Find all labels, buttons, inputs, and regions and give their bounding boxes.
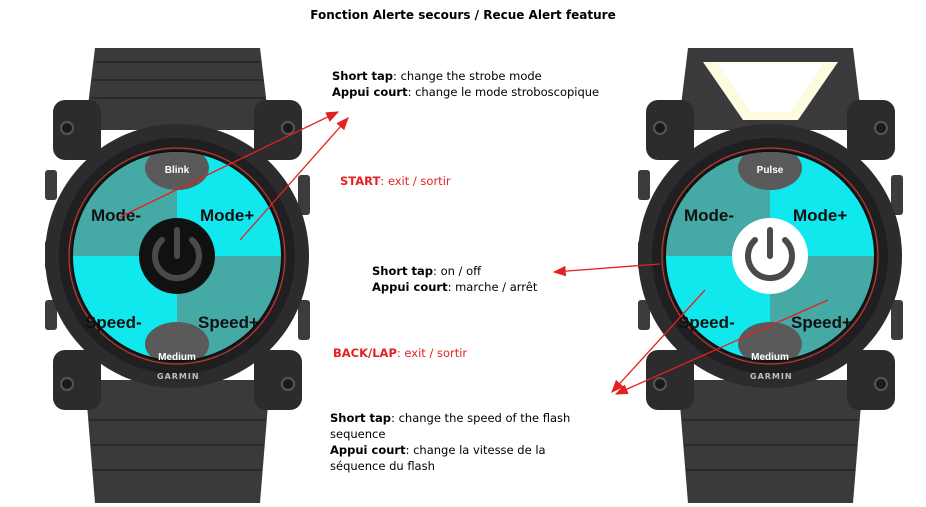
left-watch-graphic — [45, 48, 310, 503]
mode-minus-button[interactable]: Mode- — [91, 206, 141, 226]
right-watch: GARMIN Pulse Medium Mode- Mode+ Speed- S… — [618, 0, 923, 503]
mode-pill-pulse[interactable]: Pulse — [742, 165, 798, 176]
strap-bottom — [678, 380, 863, 503]
speed-plus-button[interactable]: Speed+ — [198, 313, 259, 333]
note-strobe-mode: Short tap: change the strobe mode Appui … — [332, 69, 600, 99]
speed-pill-medium[interactable]: Medium — [742, 352, 798, 363]
brand-logo: GARMIN — [750, 372, 793, 381]
note-back-exit: BACK/LAP: exit / sortir — [333, 346, 468, 360]
note-on-off: Short tap: on / off Appui court: marche … — [372, 264, 538, 294]
speed-minus-button[interactable]: Speed- — [678, 313, 735, 333]
speed-pill-medium[interactable]: Medium — [149, 352, 205, 363]
strap-bottom — [85, 380, 270, 503]
right-watch-graphic — [638, 48, 903, 503]
speed-plus-button[interactable]: Speed+ — [791, 313, 852, 333]
mode-pill-blink[interactable]: Blink — [149, 165, 205, 176]
strap-top — [85, 48, 270, 130]
mode-minus-button[interactable]: Mode- — [684, 206, 734, 226]
note-start-exit: START: exit / sortir — [340, 174, 451, 188]
left-watch: GARMIN Blink Medium Mode- Mode+ Speed- S… — [25, 0, 330, 503]
mode-plus-button[interactable]: Mode+ — [200, 206, 254, 226]
brand-logo: GARMIN — [157, 372, 200, 381]
speed-minus-button[interactable]: Speed- — [85, 313, 142, 333]
mode-plus-button[interactable]: Mode+ — [793, 206, 847, 226]
note-flash-speed: Short tap: change the speed of the flash… — [330, 411, 571, 473]
